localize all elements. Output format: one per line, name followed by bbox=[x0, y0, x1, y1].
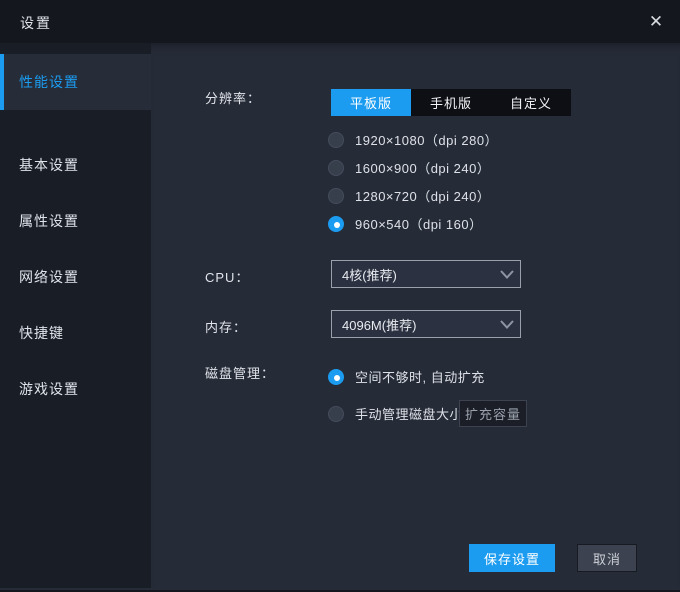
content-panel: 分辨率： 平板版 手机版 自定义 1920×1080（dpi 280） 1600… bbox=[151, 43, 680, 588]
sidebar-item-performance[interactable]: 性能设置 bbox=[0, 54, 151, 110]
memory-dropdown-value: 4096M(推荐) bbox=[342, 317, 417, 333]
radio-1920x1080[interactable]: 1920×1080（dpi 280） bbox=[328, 130, 498, 149]
radio-label: 1280×720（dpi 240） bbox=[355, 189, 491, 204]
sidebar-item-shortcut[interactable]: 快捷键 bbox=[0, 305, 151, 361]
window-title: 设置 bbox=[20, 15, 52, 31]
save-settings-button[interactable]: 保存设置 bbox=[469, 544, 555, 572]
cancel-button[interactable]: 取消 bbox=[577, 544, 637, 572]
sidebar-item-network[interactable]: 网络设置 bbox=[0, 249, 151, 305]
cpu-label: CPU： bbox=[205, 270, 250, 285]
radio-auto-expand[interactable]: 空间不够时, 自动扩充 bbox=[328, 367, 485, 386]
memory-label: 内存： bbox=[205, 320, 248, 335]
radio-label: 1920×1080（dpi 280） bbox=[355, 133, 499, 148]
radio-circle-icon bbox=[328, 131, 344, 148]
sidebar-item-game[interactable]: 游戏设置 bbox=[0, 361, 151, 417]
radio-circle-icon bbox=[328, 405, 344, 422]
resolution-label: 分辨率： bbox=[205, 91, 262, 106]
radio-label: 960×540（dpi 160） bbox=[355, 217, 483, 232]
sidebar: 性能设置 基本设置 属性设置 网络设置 快捷键 游戏设置 bbox=[0, 43, 151, 588]
tab-tablet[interactable]: 平板版 bbox=[331, 89, 411, 116]
expand-capacity-button[interactable]: 扩充容量 bbox=[459, 400, 527, 427]
disk-label: 磁盘管理： bbox=[205, 366, 276, 381]
sidebar-item-basic[interactable]: 基本设置 bbox=[0, 137, 151, 193]
cpu-dropdown[interactable]: 4核(推荐) bbox=[331, 260, 521, 288]
radio-label: 1600×900（dpi 240） bbox=[355, 161, 491, 176]
chevron-down-icon bbox=[494, 269, 520, 279]
tab-phone[interactable]: 手机版 bbox=[411, 89, 491, 116]
radio-label: 空间不够时, 自动扩充 bbox=[355, 370, 485, 385]
chevron-down-icon bbox=[494, 319, 520, 329]
cpu-dropdown-value: 4核(推荐) bbox=[342, 267, 397, 283]
resolution-tabbar: 平板版 手机版 自定义 bbox=[331, 89, 571, 116]
radio-circle-icon bbox=[328, 215, 344, 232]
sidebar-item-property[interactable]: 属性设置 bbox=[0, 193, 151, 249]
radio-circle-icon bbox=[328, 368, 344, 385]
radio-label: 手动管理磁盘大小 bbox=[355, 407, 464, 422]
titlebar: 设置 ✕ bbox=[0, 0, 680, 43]
radio-1280x720[interactable]: 1280×720（dpi 240） bbox=[328, 186, 490, 205]
radio-circle-icon bbox=[328, 159, 344, 176]
settings-window: 设置 ✕ 性能设置 基本设置 属性设置 网络设置 快捷键 游戏设置 分辨率： 平… bbox=[0, 0, 680, 592]
memory-dropdown[interactable]: 4096M(推荐) bbox=[331, 310, 521, 338]
radio-manual-disk[interactable]: 手动管理磁盘大小 bbox=[328, 404, 463, 423]
radio-960x540[interactable]: 960×540（dpi 160） bbox=[328, 214, 483, 233]
radio-1600x900[interactable]: 1600×900（dpi 240） bbox=[328, 158, 490, 177]
close-icon[interactable]: ✕ bbox=[644, 9, 668, 33]
radio-circle-icon bbox=[328, 187, 344, 204]
tab-custom[interactable]: 自定义 bbox=[491, 89, 571, 116]
